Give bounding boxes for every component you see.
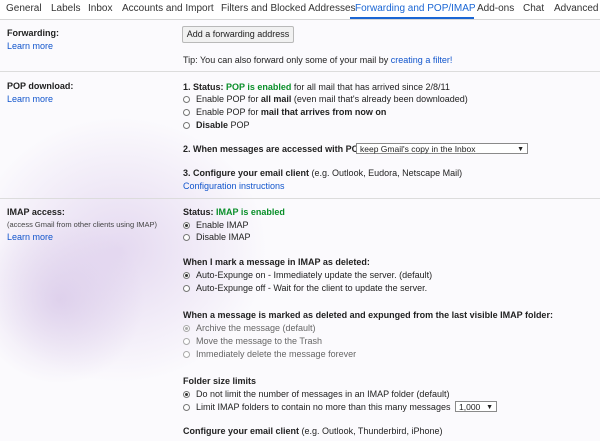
imap-access-label: IMAP access: — [7, 207, 65, 217]
pop-disable-option[interactable]: Disable POP — [196, 120, 250, 130]
tab-general[interactable]: General — [6, 3, 42, 14]
pop-all-mail-option[interactable]: Enable POP for all mail (even mail that'… — [196, 94, 468, 104]
section-divider — [0, 71, 600, 72]
dropdown-arrow-icon: ▼ — [517, 146, 524, 153]
archive-message-radio[interactable] — [183, 325, 190, 332]
pop-disable-radio[interactable] — [183, 122, 190, 129]
pop-when-accessed-label: 2. When messages are accessed with POP — [183, 144, 365, 154]
tab-labels[interactable]: Labels — [51, 3, 80, 14]
pop-from-now-option[interactable]: Enable POP for mail that arrives from no… — [196, 107, 386, 117]
imap-configure-client: Configure your email client (e.g. Outloo… — [183, 426, 442, 436]
forwarding-tip-text: Tip: You can also forward only some of y… — [183, 55, 389, 65]
delete-forever-radio[interactable] — [183, 351, 190, 358]
auto-expunge-on-option[interactable]: Auto-Expunge on - Immediately update the… — [196, 270, 432, 280]
imap-learn-more-link[interactable]: Learn more — [7, 232, 53, 242]
pop-status-value: POP is enabled — [226, 82, 292, 92]
forwarding-tip: Tip: You can also forward only some of y… — [183, 55, 452, 65]
disable-imap-radio[interactable] — [183, 234, 190, 241]
pop-download-label: POP download: — [7, 81, 74, 91]
imap-configure-examples: (e.g. Outlook, Thunderbird, iPhone) — [301, 426, 443, 436]
option-text: Enable POP for — [196, 94, 261, 104]
folder-limit-select[interactable]: 1,000 ▼ — [455, 401, 497, 412]
pop-configuration-instructions-link[interactable]: Configuration instructions — [183, 181, 285, 191]
limit-folders-option[interactable]: Limit IMAP folders to contain no more th… — [196, 402, 450, 412]
no-folder-limit-radio[interactable] — [183, 391, 190, 398]
imap-status-value: IMAP is enabled — [216, 207, 285, 217]
pop-status-prefix: 1. Status: — [183, 82, 224, 92]
pop-all-mail-radio[interactable] — [183, 96, 190, 103]
imap-status: Status: IMAP is enabled — [183, 207, 285, 217]
option-text: (even mail that's already been downloade… — [291, 94, 468, 104]
option-bold-text: mail that arrives from now on — [260, 107, 387, 117]
imap-expunged-heading: When a message is marked as deleted and … — [183, 310, 553, 320]
auto-expunge-off-option[interactable]: Auto-Expunge off - Wait for the client t… — [196, 283, 427, 293]
auto-expunge-on-radio[interactable] — [183, 272, 190, 279]
folder-limit-value: 1,000 — [459, 402, 481, 412]
create-filter-link[interactable]: creating a filter! — [391, 55, 453, 65]
settings-tabs: General Labels Inbox Accounts and Import… — [0, 0, 600, 20]
pop-configure-label: 3. Configure your email client — [183, 168, 310, 178]
tab-accounts-and-import[interactable]: Accounts and Import — [122, 3, 214, 14]
no-folder-limit-option[interactable]: Do not limit the number of messages in a… — [196, 389, 449, 399]
imap-access-sublabel: (access Gmail from other clients using I… — [7, 220, 158, 229]
forwarding-learn-more-link[interactable]: Learn more — [7, 41, 53, 51]
pop-access-action-select[interactable]: keep Gmail's copy in the Inbox ▼ — [356, 143, 528, 154]
enable-imap-radio[interactable] — [183, 222, 190, 229]
auto-expunge-off-radio[interactable] — [183, 285, 190, 292]
folder-size-limits-heading: Folder size limits — [183, 376, 257, 386]
pop-access-action-value: keep Gmail's copy in the Inbox — [360, 144, 476, 154]
tab-chat[interactable]: Chat — [523, 3, 544, 14]
imap-status-prefix: Status: — [183, 207, 214, 217]
tab-advanced[interactable]: Advanced — [554, 3, 598, 14]
imap-configure-label: Configure your email client — [183, 426, 300, 436]
limit-folders-radio[interactable] — [183, 404, 190, 411]
enable-imap-option[interactable]: Enable IMAP — [196, 220, 249, 230]
option-text: POP — [228, 120, 250, 130]
tab-add-ons[interactable]: Add-ons — [477, 3, 514, 14]
forwarding-label: Forwarding: — [7, 28, 59, 38]
active-tab-indicator — [350, 17, 474, 19]
section-divider — [0, 198, 600, 199]
move-to-trash-option[interactable]: Move the message to the Trash — [196, 336, 322, 346]
option-bold-text: all mail — [260, 94, 292, 104]
option-bold-text: Disable — [196, 120, 229, 130]
pop-status: 1. Status: POP is enabled for all mail t… — [183, 82, 450, 92]
pop-status-suffix: for all mail that has arrived since 2/8/… — [293, 82, 450, 92]
imap-deleted-heading: When I mark a message in IMAP as deleted… — [183, 257, 370, 267]
add-forwarding-address-button[interactable]: Add a forwarding address — [182, 26, 294, 43]
tab-filters-and-blocked[interactable]: Filters and Blocked Addresses — [221, 3, 356, 14]
dropdown-arrow-icon: ▼ — [486, 404, 493, 411]
disable-imap-option[interactable]: Disable IMAP — [196, 232, 251, 242]
tab-inbox[interactable]: Inbox — [88, 3, 112, 14]
delete-forever-option[interactable]: Immediately delete the message forever — [196, 349, 356, 359]
pop-from-now-radio[interactable] — [183, 109, 190, 116]
tab-forwarding-pop-imap[interactable]: Forwarding and POP/IMAP — [355, 3, 476, 14]
pop-configure-client: 3. Configure your email client (e.g. Out… — [183, 168, 462, 178]
move-to-trash-radio[interactable] — [183, 338, 190, 345]
pop-configure-examples: (e.g. Outlook, Eudora, Netscape Mail) — [311, 168, 463, 178]
archive-message-option[interactable]: Archive the message (default) — [196, 323, 316, 333]
option-text: Enable POP for — [196, 107, 261, 117]
pop-learn-more-link[interactable]: Learn more — [7, 94, 53, 104]
